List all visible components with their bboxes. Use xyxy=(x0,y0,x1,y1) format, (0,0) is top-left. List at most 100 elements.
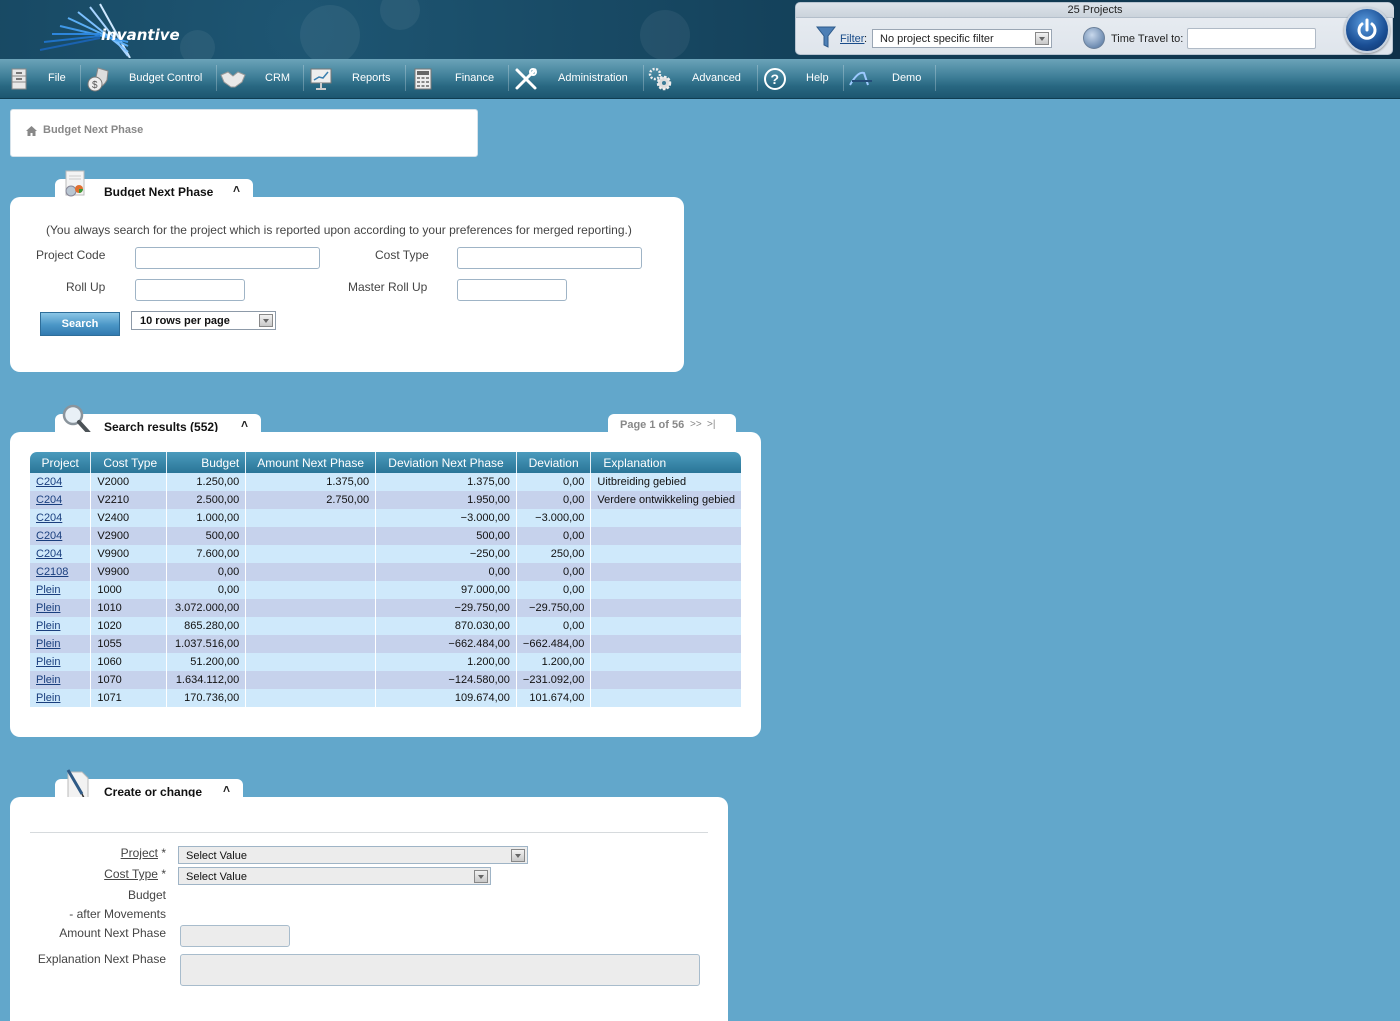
cell-amount-next-phase: 2.750,00 xyxy=(245,491,377,509)
document-pen-icon xyxy=(66,769,89,799)
project-link[interactable]: C2108 xyxy=(36,566,68,578)
magnifier-icon xyxy=(62,404,91,435)
logout-button[interactable] xyxy=(1344,7,1390,53)
menu-item-finance[interactable]: Finance xyxy=(409,59,508,98)
collapse-icon[interactable]: ˄ xyxy=(241,417,248,431)
menu-item-budget-control[interactable]: $ Budget Control xyxy=(84,59,216,98)
menu-separator xyxy=(757,65,758,91)
invantive-logo[interactable]: invantive xyxy=(30,2,180,59)
menu-item-file[interactable]: File xyxy=(4,59,80,98)
column-header-cost-type[interactable]: Cost Type xyxy=(90,452,168,473)
roll-up-label: Roll Up xyxy=(66,280,106,294)
next-page-button[interactable]: >> xyxy=(690,419,702,430)
column-header-project[interactable]: Project xyxy=(30,452,92,473)
menu-item-administration[interactable]: Administration xyxy=(512,59,643,98)
rows-per-page-select[interactable]: 10 rows per page xyxy=(131,311,276,330)
table-row[interactable]: C204 V2210 2.500,00 2.750,00 1.950,00 0,00 Ver… xyxy=(30,491,741,509)
search-button[interactable]: Search xyxy=(40,312,120,336)
cell-explanation xyxy=(590,617,741,635)
column-header-deviation-next-phase[interactable]: Deviation Next Phase xyxy=(375,452,517,473)
table-row[interactable]: C2108 V9900 0,00 0,00 0,00 xyxy=(30,563,741,581)
project-code-label: Project Code xyxy=(36,248,106,262)
cell-deviation: 1.200,00 xyxy=(516,653,592,671)
cost-type-select-value: Select Value xyxy=(186,871,247,883)
menu-separator xyxy=(843,65,844,91)
cell-budget: 3.072.000,00 xyxy=(166,599,247,617)
cell-deviation-next-phase: 1.950,00 xyxy=(375,491,517,509)
column-header-explanation[interactable]: Explanation xyxy=(590,452,741,473)
page-indicator: Page 1 of 56 xyxy=(620,419,685,431)
column-header-deviation[interactable]: Deviation xyxy=(516,452,592,473)
table-row[interactable]: C204 V2400 1.000,00 −3.000,00 −3.000,00 xyxy=(30,509,741,527)
chevron-down-icon[interactable] xyxy=(259,314,273,327)
cell-budget: 0,00 xyxy=(166,581,247,599)
cost-type-lookup-link[interactable]: Cost Type xyxy=(104,867,158,881)
cell-cost-type: 1055 xyxy=(90,635,168,653)
master-roll-up-input[interactable] xyxy=(457,279,567,301)
collapse-icon[interactable]: ˄ xyxy=(233,182,240,196)
amount-next-phase-input[interactable] xyxy=(180,925,290,947)
project-link[interactable]: Plein xyxy=(36,674,60,686)
menu-item-demo[interactable]: Demo xyxy=(847,59,935,98)
collapse-icon[interactable]: ˄ xyxy=(223,782,230,796)
cell-deviation: −231.092,00 xyxy=(516,671,592,689)
menu-item-reports[interactable]: Reports xyxy=(307,59,405,98)
roll-up-input[interactable] xyxy=(135,279,245,301)
menu-item-crm[interactable]: CRM xyxy=(220,59,303,98)
column-header-budget[interactable]: Budget xyxy=(166,452,247,473)
project-count: 25 Projects xyxy=(796,3,1394,18)
time-travel-input[interactable] xyxy=(1187,28,1316,49)
project-link[interactable]: Plein xyxy=(36,602,60,614)
project-link[interactable]: C204 xyxy=(36,512,62,524)
filter-link[interactable]: Filter xyxy=(840,33,864,45)
project-link[interactable]: C204 xyxy=(36,476,62,488)
table-row[interactable]: Plein 1000 0,00 97.000,00 0,00 xyxy=(30,581,741,599)
table-row[interactable]: Plein 1060 51.200,00 1.200,00 1.200,00 xyxy=(30,653,741,671)
cell-amount-next-phase xyxy=(245,509,377,527)
project-select-value: Select Value xyxy=(186,850,247,862)
menu-item-help[interactable]: ? Help xyxy=(761,59,843,98)
cell-amount-next-phase xyxy=(245,617,377,635)
table-row[interactable]: C204 V9900 7.600,00 −250,00 250,00 xyxy=(30,545,741,563)
table-row[interactable]: Plein 1010 3.072.000,00 −29.750,00 −29.750,0… xyxy=(30,599,741,617)
chevron-down-icon[interactable] xyxy=(474,870,488,883)
cost-type-field-label: Cost Type * xyxy=(6,867,166,881)
chevron-down-icon[interactable] xyxy=(1035,32,1049,45)
project-link[interactable]: C204 xyxy=(36,530,62,542)
column-header-amount-next-phase[interactable]: Amount Next Phase xyxy=(245,452,377,473)
table-row[interactable]: C204 V2000 1.250,00 1.375,00 1.375,00 0,00 Uit… xyxy=(30,473,741,491)
menu-separator xyxy=(405,65,406,91)
project-link[interactable]: Plein xyxy=(36,656,60,668)
project-lookup-link[interactable]: Project xyxy=(121,846,158,860)
home-icon[interactable] xyxy=(26,126,37,136)
cost-type-input[interactable] xyxy=(457,247,642,269)
project-link[interactable]: Plein xyxy=(36,692,60,704)
project-link[interactable]: Plein xyxy=(36,620,60,632)
cost-type-select[interactable]: Select Value xyxy=(178,867,491,885)
project-link[interactable]: C204 xyxy=(36,494,62,506)
cell-project: C204 xyxy=(30,491,92,509)
menu-separator xyxy=(80,65,81,91)
budget-label: Budget xyxy=(127,888,166,902)
table-row[interactable]: Plein 1071 170.736,00 109.674,00 101.674,00 xyxy=(30,689,741,707)
project-link[interactable]: Plein xyxy=(36,638,60,650)
table-row[interactable]: Plein 1020 865.280,00 870.030,00 0,00 xyxy=(30,617,741,635)
project-link[interactable]: C204 xyxy=(36,548,62,560)
table-row[interactable]: Plein 1055 1.037.516,00 −662.484,00 −662.484… xyxy=(30,635,741,653)
cell-project: C204 xyxy=(30,527,92,545)
project-filter-select[interactable]: No project specific filter xyxy=(872,29,1052,48)
chevron-down-icon[interactable] xyxy=(511,849,525,862)
explanation-next-phase-input[interactable] xyxy=(180,954,700,986)
amount-next-phase-label: Amount Next Phase xyxy=(59,926,166,940)
menu-label: Finance xyxy=(455,72,495,84)
table-row[interactable]: C204 V2900 500,00 500,00 0,00 xyxy=(30,527,741,545)
menu-item-advanced[interactable]: Advanced xyxy=(647,59,757,98)
cell-deviation: 101.674,00 xyxy=(516,689,592,707)
project-link[interactable]: Plein xyxy=(36,584,60,596)
project-select[interactable]: Select Value xyxy=(178,846,528,864)
cell-deviation-next-phase: −29.750,00 xyxy=(375,599,517,617)
project-code-input[interactable] xyxy=(135,247,320,269)
table-row[interactable]: Plein 1070 1.634.112,00 −124.580,00 −231.092… xyxy=(30,671,741,689)
cell-cost-type: 1010 xyxy=(90,599,168,617)
last-page-button[interactable]: >| xyxy=(707,419,715,430)
